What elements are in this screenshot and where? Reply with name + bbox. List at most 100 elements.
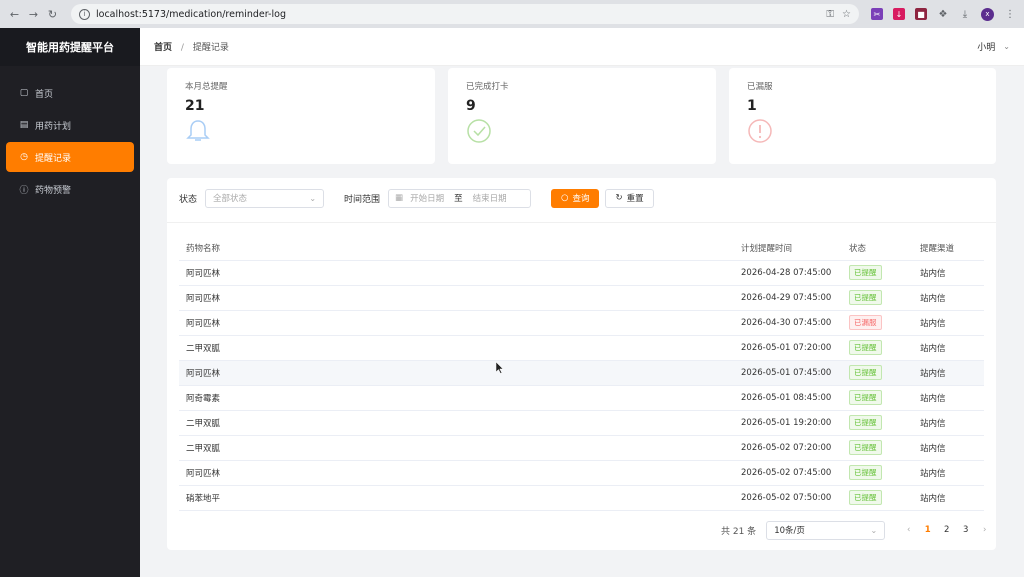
channel-cell: 站内信 — [913, 310, 984, 336]
sidebar-item-warning[interactable]: ⓘ 药物预警 — [6, 174, 134, 204]
status-badge: 已漏服 — [849, 315, 882, 330]
table-row[interactable]: 硝苯地平 2026-05-02 07:50:00 已提醒 站内信 — [179, 485, 984, 511]
channel-cell: 站内信 — [913, 410, 984, 436]
reminder-log-panel: 状态 全部状态 ⌄ 时间范围 ▦ 开始日期 至 结束日期 ○ 查询 ↻ 重置 药… — [167, 178, 996, 550]
status-badge: 已提醒 — [849, 365, 882, 380]
reset-button-label: 重置 — [626, 194, 644, 204]
table-row[interactable]: 阿司匹林 2026-05-02 07:45:00 已提醒 站内信 — [179, 460, 984, 486]
mouse-cursor-icon — [496, 362, 504, 374]
table-row[interactable]: 二甲双胍 2026-05-01 19:20:00 已提醒 站内信 — [179, 410, 984, 436]
time-range-label: 时间范围 — [344, 194, 381, 205]
reminder-time-cell: 2026-05-02 07:45:00 — [734, 460, 842, 486]
search-icon: ○ — [561, 193, 569, 203]
top-header: 首页 / 提醒记录 小明 ⌄ — [140, 28, 1024, 66]
table-header-row: 药物名称 计划提醒时间 状态 提醒渠道 — [179, 236, 984, 261]
divider — [167, 222, 996, 223]
info-icon[interactable]: i — [79, 8, 90, 20]
table-row[interactable]: 二甲双胍 2026-05-01 07:20:00 已提醒 站内信 — [179, 335, 984, 361]
reminder-time-cell: 2026-04-28 07:45:00 — [734, 260, 842, 286]
search-button[interactable]: ○ 查询 — [551, 188, 600, 208]
start-date-input[interactable]: 开始日期 — [410, 192, 444, 204]
stat-label: 已完成打卡 — [466, 82, 509, 92]
stat-value: 9 — [466, 98, 476, 114]
table-row[interactable]: 阿司匹林 2026-04-30 07:45:00 已漏服 站内信 — [179, 310, 984, 336]
next-page-button[interactable]: › — [975, 525, 994, 535]
reminder-time-cell: 2026-05-02 07:50:00 — [734, 485, 842, 511]
chevron-down-icon: ⌄ — [309, 193, 317, 203]
profile-avatar[interactable]: x — [981, 7, 994, 21]
status-badge: 已提醒 — [849, 390, 882, 405]
table-body: 阿司匹林 2026-04-28 07:45:00 已提醒 站内信 阿司匹林 2026-04… — [179, 260, 984, 511]
status-placeholder: 全部状态 — [213, 194, 248, 204]
table-row[interactable]: 阿司匹林 2026-05-01 07:45:00 已提醒 站内信 — [179, 360, 984, 386]
page-3[interactable]: 3 — [956, 525, 975, 535]
address-bar[interactable]: i localhost:5173/medication/reminder-log… — [71, 4, 859, 24]
reminder-time-cell: 2026-04-29 07:45:00 — [734, 285, 842, 311]
total-count: 共 21 条 — [721, 526, 757, 537]
sidebar-item-label: 提醒记录 — [35, 153, 72, 164]
status-badge: 已提醒 — [849, 465, 882, 480]
download-extension-icon[interactable]: ↓ — [893, 8, 905, 20]
browser-toolbar: ← → ↻ i localhost:5173/medication/remind… — [0, 0, 1024, 28]
scissors-extension-icon[interactable]: ✂ — [871, 8, 883, 20]
back-arrow-icon[interactable]: ← — [8, 6, 21, 22]
calendar-icon: ▦ — [395, 193, 404, 203]
status-badge: 已提醒 — [849, 440, 882, 455]
status-cell: 已提醒 — [842, 410, 913, 436]
date-range-picker[interactable]: ▦ 开始日期 至 结束日期 — [388, 188, 532, 208]
more-icon[interactable]: ⋮ — [1004, 8, 1016, 20]
column-header: 状态 — [842, 236, 913, 261]
status-filter-label: 状态 — [179, 194, 198, 205]
table-row[interactable]: 二甲双胍 2026-05-02 07:20:00 已提醒 站内信 — [179, 435, 984, 461]
sidebar-menu: ▢ 首页 ▤ 用药计划 ◷ 提醒记录 ⓘ 药物预警 — [0, 66, 140, 204]
stat-label: 本月总提醒 — [185, 82, 228, 92]
page-size-select[interactable]: 10条/页 ⌄ — [766, 520, 886, 540]
reload-icon[interactable]: ↻ — [46, 6, 59, 22]
download-icon[interactable]: ⤓ — [959, 8, 971, 20]
cart-icon: ▢ — [19, 88, 29, 98]
sidebar-item-reminder-log[interactable]: ◷ 提醒记录 — [6, 142, 134, 172]
robot-extension-icon[interactable]: ■ — [915, 8, 927, 20]
sidebar-item-label: 药物预警 — [35, 185, 72, 196]
breadcrumb-separator: / — [180, 43, 184, 53]
page-1[interactable]: 1 — [918, 525, 937, 535]
page-2[interactable]: 2 — [937, 525, 956, 535]
table-row[interactable]: 阿司匹林 2026-04-29 07:45:00 已提醒 站内信 — [179, 285, 984, 311]
drug-name-cell: 二甲双胍 — [179, 435, 734, 461]
breadcrumb-current: 提醒记录 — [192, 43, 229, 53]
status-badge: 已提醒 — [849, 415, 882, 430]
status-select[interactable]: 全部状态 ⌄ — [205, 188, 325, 208]
reset-button[interactable]: ↻ 重置 — [605, 188, 654, 208]
reminder-time-cell: 2026-05-02 07:20:00 — [734, 435, 842, 461]
end-date-input[interactable]: 结束日期 — [473, 192, 507, 204]
drug-name-cell: 阿司匹林 — [179, 285, 734, 311]
table-row[interactable]: 阿司匹林 2026-04-28 07:45:00 已提醒 站内信 — [179, 260, 984, 286]
forward-arrow-icon[interactable]: → — [27, 6, 40, 22]
sidebar-item-plan[interactable]: ▤ 用药计划 — [6, 110, 134, 140]
puzzle-icon[interactable]: ❖ — [937, 8, 949, 20]
sidebar-item-home[interactable]: ▢ 首页 — [6, 78, 134, 108]
status-cell: 已提醒 — [842, 460, 913, 486]
prev-page-button[interactable]: ‹ — [899, 525, 918, 535]
column-header: 药物名称 — [179, 236, 734, 261]
channel-cell: 站内信 — [913, 435, 984, 461]
table-row[interactable]: 阿奇霉素 2026-05-01 08:45:00 已提醒 站内信 — [179, 385, 984, 411]
url-text: localhost:5173/medication/reminder-log — [96, 8, 286, 20]
key-icon[interactable]: ⚿ — [826, 9, 834, 20]
reminder-table: 药物名称 计划提醒时间 状态 提醒渠道 阿司匹林 2026-04-28 07:45… — [179, 236, 984, 511]
reminder-time-cell: 2026-04-30 07:45:00 — [734, 310, 842, 336]
drug-name-cell: 二甲双胍 — [179, 335, 734, 361]
drug-name-cell: 阿奇霉素 — [179, 385, 734, 411]
clock-icon: ◷ — [20, 152, 28, 162]
status-cell: 已提醒 — [842, 335, 913, 361]
user-menu[interactable]: 小明 ⌄ — [977, 40, 1010, 53]
sidebar: 智能用药提醒平台 ▢ 首页 ▤ 用药计划 ◷ 提醒记录 ⓘ 药物预警 — [0, 28, 140, 577]
status-badge: 已提醒 — [849, 340, 882, 355]
filter-bar: 状态 全部状态 ⌄ 时间范围 ▦ 开始日期 至 结束日期 ○ 查询 ↻ 重置 — [179, 188, 654, 208]
breadcrumb-home[interactable]: 首页 — [154, 43, 172, 53]
reminder-time-cell: 2026-05-01 19:20:00 — [734, 410, 842, 436]
channel-cell: 站内信 — [913, 360, 984, 386]
pagination: 共 21 条 10条/页 ⌄ ‹ 1 2 3 › — [721, 520, 994, 540]
column-header: 提醒渠道 — [913, 236, 984, 261]
star-icon[interactable]: ☆ — [842, 9, 851, 20]
